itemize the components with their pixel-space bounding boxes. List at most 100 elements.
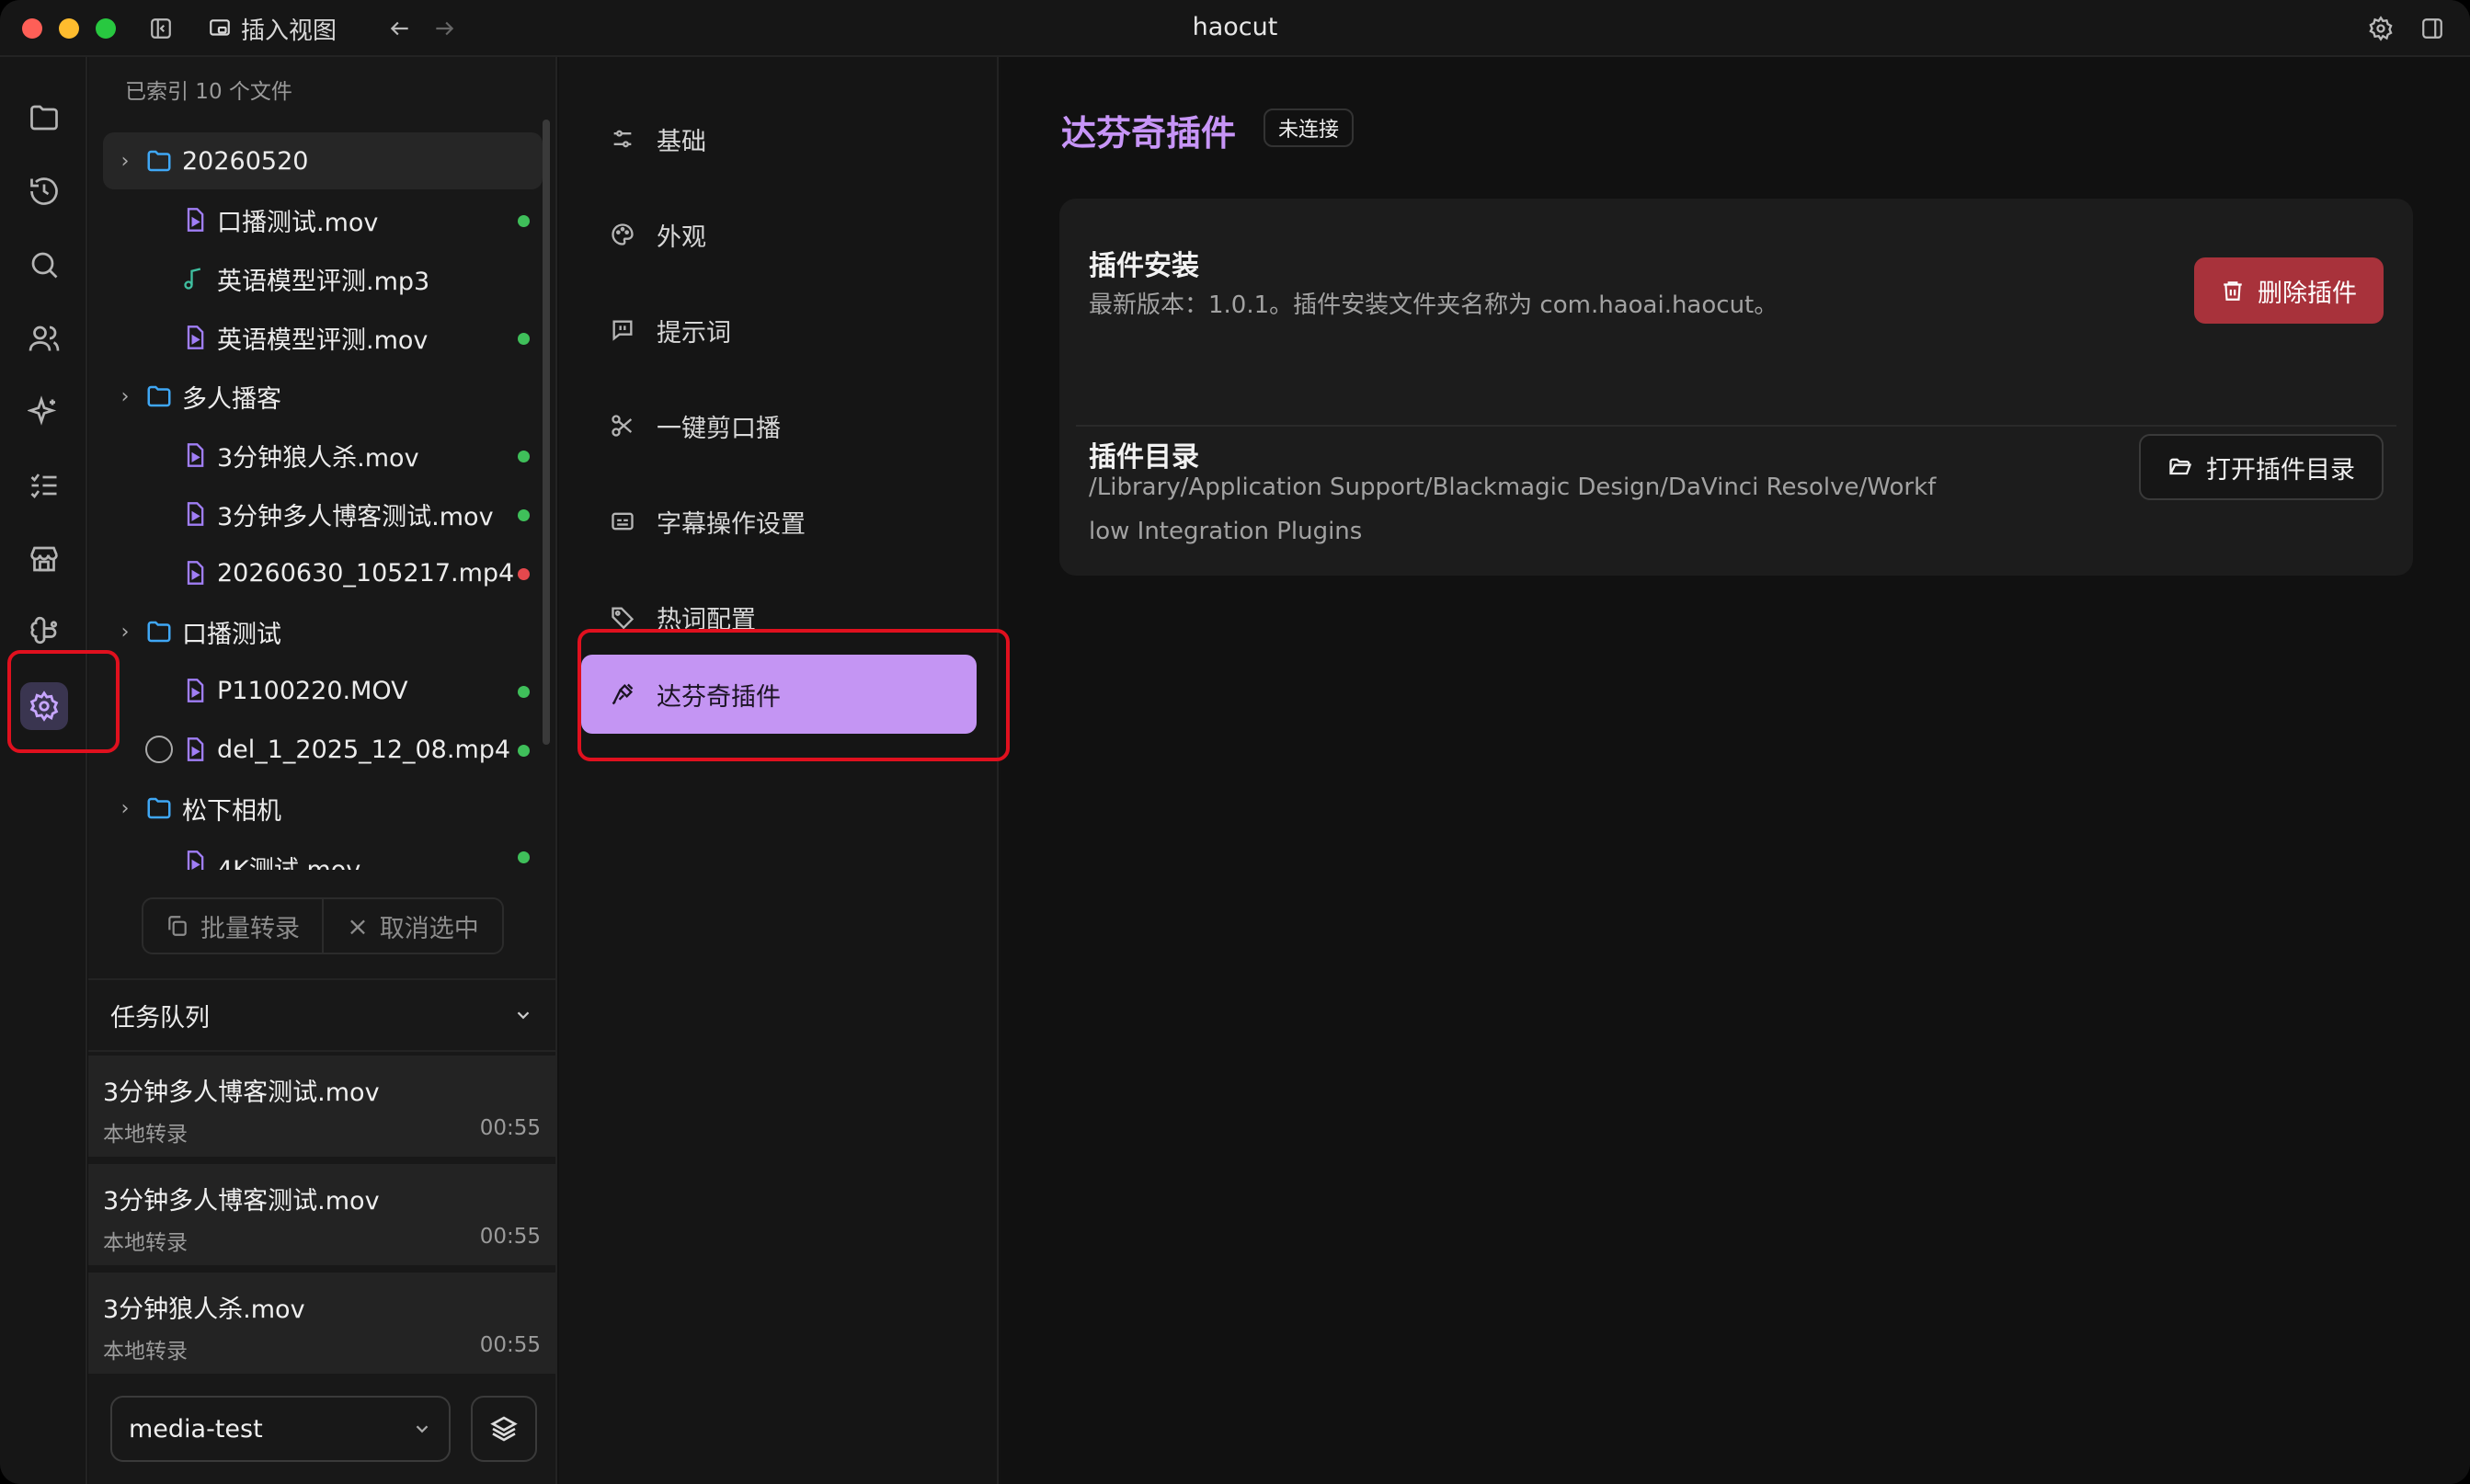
batch-actions: 批量转录 × 取消选中 [142, 897, 504, 954]
nav-appearance[interactable]: 外观 [581, 195, 977, 274]
install-section-desc: 最新版本：1.0.1。插件安装文件夹名称为 com.haoai.haocut。 [1089, 291, 1778, 319]
scissors-icon [609, 412, 636, 439]
file-tree-scrollbar[interactable] [543, 120, 550, 745]
tree-item-label: 4K测试.mov [217, 850, 360, 870]
chevron-down-icon[interactable] [513, 1005, 533, 1025]
tree-file[interactable]: 3分钟狼人杀.mov [103, 427, 543, 484]
insert-view-button[interactable]: 插入视图 [208, 13, 337, 45]
open-plugin-dir-button[interactable]: 打开插件目录 [2139, 434, 2384, 500]
palette-icon [609, 221, 636, 248]
tree-file[interactable]: 3分钟多人博客测试.mov [103, 485, 543, 542]
forward-arrow-icon[interactable] [430, 15, 458, 42]
status-dot [518, 568, 530, 580]
nav-subtitle-settings[interactable]: 字幕操作设置 [581, 482, 977, 561]
task-queue-header[interactable]: 任务队列 [88, 978, 555, 1052]
tree-folder[interactable]: › 口播测试 [103, 603, 543, 660]
deselect-label: 取消选中 [379, 914, 479, 943]
nav-hotwords[interactable]: 热词配置 [581, 577, 977, 656]
status-dot [518, 509, 530, 521]
video-file-icon [187, 208, 204, 232]
queue-item[interactable]: 3分钟多人博客测试.mov 本地转录 00:55 [88, 1164, 555, 1265]
tree-folder[interactable]: › 多人播客 [103, 368, 543, 425]
tree-file[interactable]: P1100220.MOV [103, 662, 543, 719]
batch-transcribe-button[interactable]: 批量转录 [143, 899, 322, 953]
folder-icon [147, 621, 171, 643]
queue-item-name: 3分钟多人博客测试.mov [103, 1079, 380, 1107]
tree-item-label: del_1_2025_12_08.mp4 [217, 735, 511, 764]
deselect-button[interactable]: × 取消选中 [322, 899, 502, 953]
nav-label: 达芬奇插件 [657, 682, 781, 712]
video-file-icon [187, 737, 204, 761]
video-file-icon [187, 561, 204, 585]
directory-path-line-2: low Integration Plugins [1089, 518, 1363, 545]
batch-transcribe-label: 批量转录 [200, 914, 300, 943]
window-title: haocut [1192, 13, 1278, 41]
icon-rail [0, 57, 87, 1484]
main-content: 达芬奇插件 未连接 插件安装 最新版本：1.0.1。插件安装文件夹名称为 com… [1001, 57, 2470, 1484]
queue-item-type: 本地转录 [103, 1231, 188, 1255]
queue-item-type: 本地转录 [103, 1340, 188, 1364]
nav-basic[interactable]: 基础 [581, 99, 977, 178]
folder-icon [147, 797, 171, 819]
tree-item-label: 英语模型评测.mp3 [217, 267, 430, 296]
tree-file[interactable]: 4K测试.mov [103, 839, 543, 870]
zoom-window-button[interactable] [96, 18, 116, 39]
insert-view-icon [210, 19, 230, 36]
layers-button[interactable] [471, 1396, 537, 1462]
nav-davinci-plugin[interactable]: 达芬奇插件 [581, 655, 977, 734]
tree-item-label: 英语模型评测.mov [217, 325, 429, 355]
tree-item-label: 口播测试.mov [217, 208, 379, 237]
chevron-right-icon[interactable]: › [116, 150, 134, 173]
checklist-icon[interactable] [20, 462, 68, 509]
project-select[interactable]: media-test [110, 1396, 451, 1462]
tree-file[interactable]: del_1_2025_12_08.mp4 [103, 721, 543, 778]
tree-item-label: 口播测试 [182, 620, 281, 649]
queue-item[interactable]: 3分钟多人博客测试.mov 本地转录 00:55 [88, 1056, 555, 1157]
tree-file[interactable]: 20260630_105217.mp4 [103, 544, 543, 601]
brain-icon[interactable] [20, 609, 68, 656]
close-icon: × [347, 910, 369, 942]
nav-label: 一键剪口播 [657, 414, 781, 443]
queue-item-type: 本地转录 [103, 1123, 188, 1147]
tree-item-label: 多人播客 [182, 384, 281, 414]
video-file-icon [187, 679, 204, 702]
users-icon[interactable] [20, 314, 68, 362]
file-panel: 已索引 10 个文件 › 20260520 口播测试.mov 英语模型评测.mp… [88, 57, 557, 1484]
settings-gear-icon[interactable] [20, 682, 68, 730]
close-window-button[interactable] [22, 18, 42, 39]
toggle-sidebar-icon[interactable] [147, 15, 175, 42]
tree-file[interactable]: 英语模型评测.mov [103, 309, 543, 366]
tree-file[interactable]: 英语模型评测.mp3 [103, 250, 543, 307]
history-icon[interactable] [20, 167, 68, 215]
queue-item[interactable]: 3分钟狼人杀.mov 本地转录 00:55 [88, 1273, 555, 1374]
minimize-window-button[interactable] [59, 18, 79, 39]
tree-file[interactable]: 口播测试.mov [103, 191, 543, 248]
insert-view-label: 插入视图 [241, 17, 337, 45]
right-panel-toggle-icon[interactable] [2419, 15, 2446, 42]
tree-item-label: 20260630_105217.mp4 [217, 558, 515, 588]
chevron-right-icon[interactable]: › [116, 621, 134, 644]
chevron-right-icon[interactable]: › [116, 385, 134, 408]
tree-item-label: 3分钟狼人杀.mov [217, 443, 419, 473]
status-dot [518, 745, 530, 757]
select-checkbox[interactable] [145, 736, 173, 763]
queue-item-name: 3分钟狼人杀.mov [103, 1296, 305, 1324]
video-file-icon [187, 850, 204, 870]
nav-one-click-cut[interactable]: 一键剪口播 [581, 386, 977, 465]
sparkles-icon[interactable] [20, 388, 68, 436]
gear-icon[interactable] [2367, 15, 2395, 42]
nav-prompts[interactable]: 提示词 [581, 291, 977, 370]
search-icon[interactable] [20, 241, 68, 289]
tree-folder[interactable]: › 松下相机 [103, 780, 543, 837]
delete-plugin-button[interactable]: 删除插件 [2194, 257, 2384, 324]
install-section-title: 插件安装 [1089, 250, 1199, 282]
back-arrow-icon[interactable] [386, 15, 414, 42]
chevron-right-icon[interactable]: › [116, 797, 134, 820]
store-icon[interactable] [20, 535, 68, 583]
app-window: 插入视图 haocut 已索引 10 个文件 › 20260520 口播测试.m… [0, 0, 2470, 1484]
nav-label: 热词配置 [657, 605, 756, 634]
plugin-card: 插件安装 最新版本：1.0.1。插件安装文件夹名称为 com.haoai.hao… [1059, 199, 2413, 576]
folder-icon[interactable] [20, 94, 68, 142]
tree-folder[interactable]: › 20260520 [103, 132, 543, 189]
chevron-down-icon [416, 1425, 429, 1433]
